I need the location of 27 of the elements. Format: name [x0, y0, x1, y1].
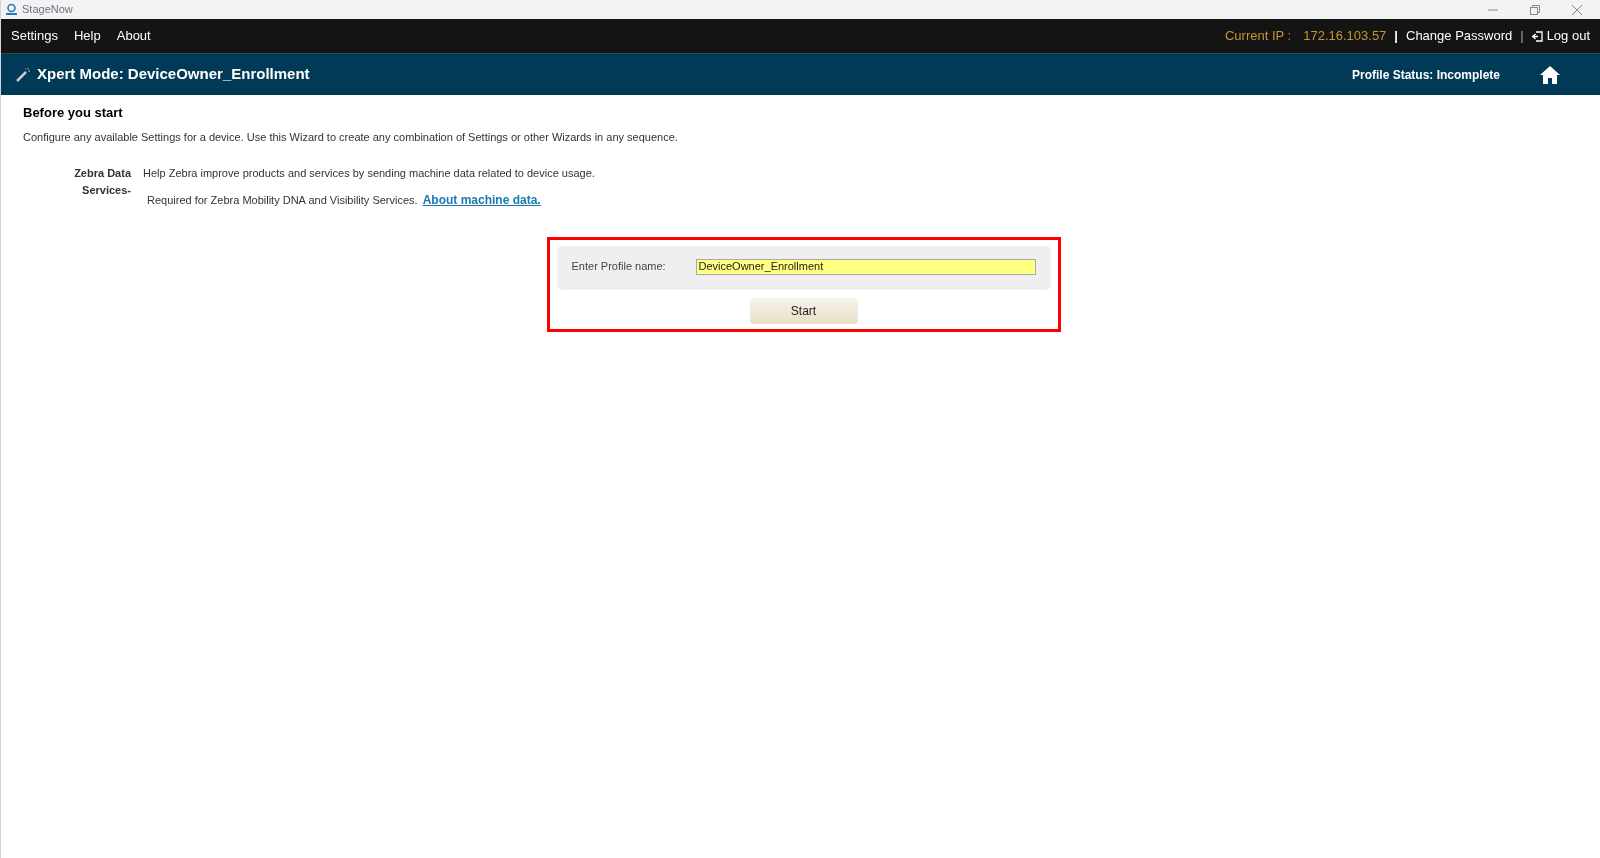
menu-item[interactable]: Settings [11, 26, 58, 46]
logout-icon[interactable] [1531, 30, 1543, 42]
logout-link[interactable]: Log out [1546, 26, 1590, 46]
profile-status: Profile Status: Incomplete [1351, 66, 1500, 84]
start-button[interactable]: Start [749, 297, 858, 324]
menu-item[interactable]: About [116, 26, 151, 46]
separator: | [1394, 27, 1398, 46]
app-icon [5, 3, 18, 16]
separator: | [1520, 27, 1524, 46]
intro-text: Configure any available Settings for a device. Use this Wizard to create any combination of Settings or other Wizards in any sequence. [23, 129, 679, 145]
page-title: Xpert Mode: DeviceOwner_Enrollment [37, 64, 310, 85]
restore-icon[interactable] [1530, 4, 1540, 15]
menu-item[interactable]: Help [74, 26, 101, 46]
data-services-text: Help Zebra improve products and services by sending machine data related to device usage. [143, 166, 595, 181]
field-label: Enter Profile name: [571, 259, 667, 275]
ip-address: 172.16.103.57 [1303, 27, 1387, 46]
window-title: StageNow [22, 2, 73, 18]
change-password-link[interactable]: Change Password [1406, 26, 1513, 46]
section-heading: Before you start [23, 104, 124, 122]
home-icon[interactable] [1540, 65, 1560, 84]
data-services-label: Zebra Data Services- [73, 166, 133, 198]
ip-label: Current IP : [1225, 27, 1292, 46]
data-services-text: Required for Zebra Mobility DNA and Visibility Services. [147, 192, 418, 208]
about-machine-data-link[interactable]: About machine data. [422, 190, 541, 209]
profile-name-field[interactable]: DeviceOwner_Enrollment [695, 258, 1036, 275]
close-icon[interactable] [1572, 4, 1582, 15]
wand-icon [16, 67, 31, 82]
